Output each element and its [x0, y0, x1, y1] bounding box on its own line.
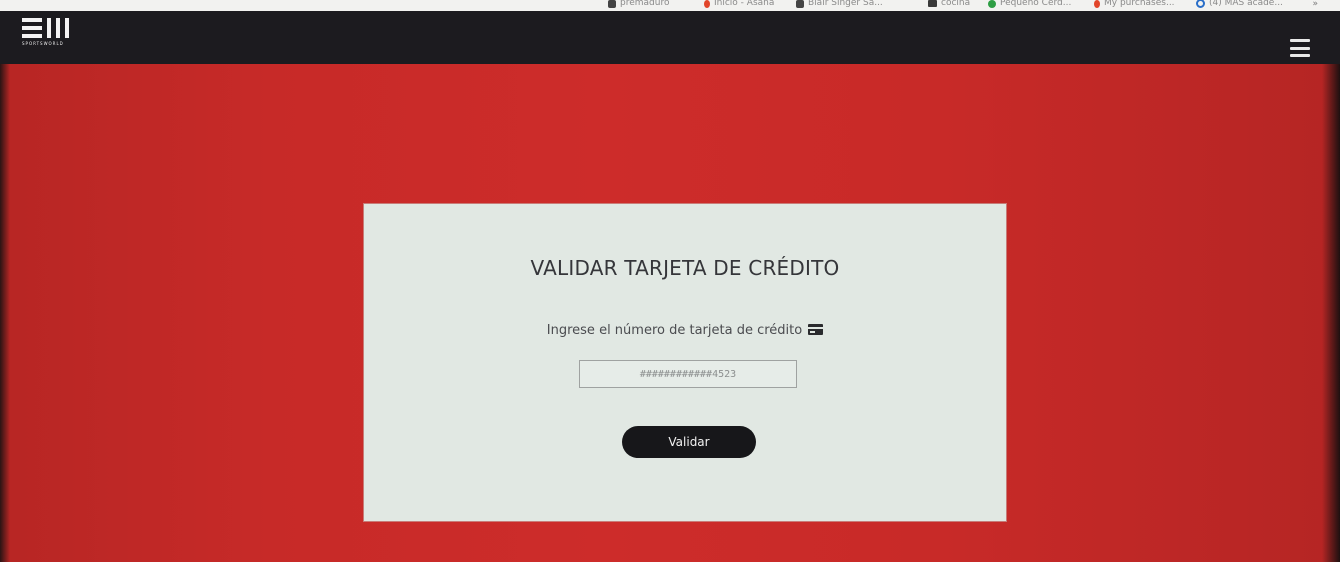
logo-subtitle: SPORTSWORLD	[22, 41, 64, 46]
credit-card-validation-panel: VALIDAR TARJETA DE CRÉDITO Ingrese el nú…	[364, 204, 1006, 521]
bookmark-label: premaduro	[620, 0, 670, 8]
credit-card-icon	[808, 324, 824, 335]
bookmark-label: cocina	[941, 0, 971, 8]
bookmark-label: Blair Singer Sa...	[808, 0, 883, 8]
logo-e-shape	[22, 18, 42, 38]
card-number-input[interactable]	[579, 360, 797, 388]
site-header: SPORTSWORLD	[0, 11, 1340, 69]
bookmark-premaduro[interactable]: premaduro	[608, 0, 669, 9]
logo-mark	[22, 18, 72, 38]
link-icon	[796, 0, 804, 8]
bookmark-label: My purchases...	[1104, 0, 1175, 8]
bookmark-my-purchases[interactable]: My purchases...	[1094, 0, 1175, 9]
sportsworld-logo[interactable]: SPORTSWORLD	[22, 18, 72, 52]
asana-icon	[704, 0, 710, 8]
hamburger-menu-icon[interactable]	[1290, 39, 1310, 57]
bookmark-cocina[interactable]: cocina	[928, 0, 970, 9]
blue-circle-icon	[1196, 0, 1205, 8]
bookmark-asana[interactable]: Inicio - Asana	[704, 0, 774, 9]
bookmark-blair-singer[interactable]: Blair Singer Sa...	[796, 0, 883, 9]
page-title: VALIDAR TARJETA DE CRÉDITO	[530, 256, 840, 280]
bookmark-mas-academy[interactable]: (4) MAS acade...	[1196, 0, 1283, 9]
bookmark-pequeno-cerdo[interactable]: Pequeño Cerd...	[988, 0, 1071, 9]
bookmark-label: Pequeño Cerd...	[1000, 0, 1072, 8]
page: premaduro Inicio - Asana Blair Singer Sa…	[0, 0, 1340, 562]
folder-icon	[928, 0, 937, 7]
green-circle-icon	[988, 0, 996, 8]
card-number-label: Ingrese el número de tarjeta de crédito	[546, 323, 803, 338]
orange-icon	[1094, 0, 1100, 8]
bookmark-icon	[608, 0, 616, 8]
validate-button[interactable]: Validar	[622, 426, 756, 458]
bookmark-label: (4) MAS acade...	[1209, 0, 1283, 8]
bookmarks-more-icon[interactable]: »	[1312, 0, 1318, 10]
card-number-prompt: Ingrese el número de tarjeta de crédito	[364, 323, 1006, 338]
bookmarks-bar: premaduro Inicio - Asana Blair Singer Sa…	[0, 0, 1340, 11]
bookmark-label: Inicio - Asana	[714, 0, 775, 8]
